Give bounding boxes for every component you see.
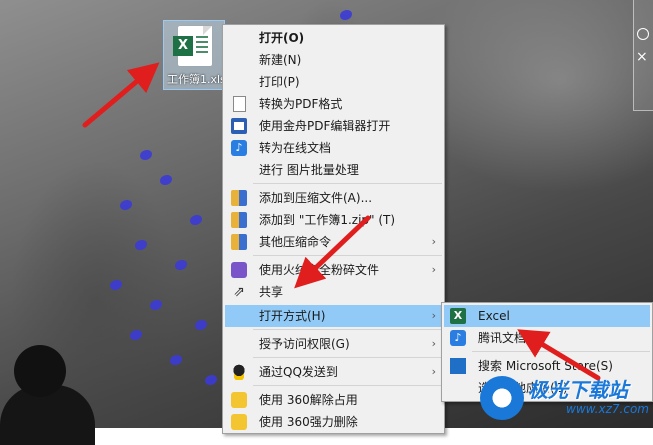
desktop-file-icon-xlsx[interactable]: X 工作簿1.xlsx bbox=[163, 20, 225, 90]
huorong-icon bbox=[231, 262, 247, 278]
menu-item-huorong-shred[interactable]: 使用火绒安全粉碎文件 › bbox=[225, 259, 442, 281]
menu-item-label: 打印(P) bbox=[259, 75, 300, 89]
submenu-item-label: Excel bbox=[478, 309, 510, 323]
menu-item-add-zip[interactable]: 添加到 "工作簿1.zip" (T) bbox=[225, 209, 442, 231]
menu-item-label: 转换为PDF格式 bbox=[259, 97, 343, 111]
menu-item-label: 添加到 "工作簿1.zip" (T) bbox=[259, 213, 396, 227]
menu-item-label: 通过QQ发送到 bbox=[259, 365, 338, 379]
context-menu: 打开(O) 新建(N) 打印(P) 转换为PDF格式 使用金舟PDF编辑器打开 … bbox=[222, 24, 445, 434]
menu-separator bbox=[253, 183, 442, 184]
chevron-right-icon: › bbox=[431, 235, 436, 248]
share-icon: ⇗ bbox=[233, 284, 245, 300]
menu-item-label: 新建(N) bbox=[259, 53, 302, 67]
menu-item-label: 打开(O) bbox=[259, 31, 305, 45]
menu-item-360-unlock[interactable]: 使用 360解除占用 bbox=[225, 389, 442, 411]
submenu-item-label: 腾讯文档 bbox=[478, 331, 527, 345]
butterfly-decoration bbox=[110, 280, 122, 290]
aurora-logo-icon bbox=[480, 376, 524, 420]
menu-item-add-archive[interactable]: 添加到压缩文件(A)... bbox=[225, 187, 442, 209]
menu-item-label: 添加到压缩文件(A)... bbox=[259, 191, 373, 205]
chevron-right-icon: › bbox=[431, 263, 436, 276]
file-name-label: 工作簿1.xlsx bbox=[167, 73, 223, 86]
excel-icon: X bbox=[450, 308, 466, 324]
chevron-right-icon: › bbox=[431, 337, 436, 350]
tencent-docs-icon: ♪ bbox=[450, 330, 466, 346]
menu-item-new[interactable]: 新建(N) bbox=[225, 49, 442, 71]
butterfly-decoration bbox=[170, 355, 182, 365]
butterfly-decoration bbox=[135, 240, 147, 250]
menu-separator bbox=[253, 329, 442, 330]
chevron-right-icon: › bbox=[431, 309, 436, 322]
menu-separator bbox=[253, 357, 442, 358]
menu-item-label: 打开方式(H) bbox=[259, 309, 326, 323]
menu-item-360-delete[interactable]: 使用 360强力删除 bbox=[225, 411, 442, 433]
jinzhou-pdf-icon bbox=[231, 118, 247, 134]
watermark-url: www.xz7.com bbox=[566, 402, 649, 416]
menu-separator bbox=[253, 385, 442, 386]
butterfly-decoration bbox=[340, 10, 352, 20]
menu-item-open[interactable]: 打开(O) bbox=[225, 27, 442, 49]
360-icon bbox=[231, 392, 247, 408]
menu-item-label: 转为在线文档 bbox=[259, 141, 332, 155]
zip-icon bbox=[231, 234, 247, 250]
menu-item-share[interactable]: ⇗ 共享 bbox=[225, 281, 442, 303]
butterfly-decoration bbox=[175, 260, 187, 270]
zip-icon bbox=[231, 212, 247, 228]
tencent-docs-icon: ♪ bbox=[231, 140, 247, 156]
menu-item-label: 使用 360解除占用 bbox=[259, 393, 358, 407]
menu-item-label: 使用火绒安全粉碎文件 bbox=[259, 263, 380, 277]
menu-item-grant-access[interactable]: 授予访问权限(G) › bbox=[225, 333, 442, 355]
qq-icon bbox=[231, 364, 247, 380]
zip-icon bbox=[231, 190, 247, 206]
menu-separator bbox=[472, 351, 650, 352]
microsoft-store-icon bbox=[450, 358, 466, 374]
excel-badge: X bbox=[173, 36, 193, 56]
butterfly-decoration bbox=[140, 150, 152, 160]
butterfly-decoration bbox=[160, 175, 172, 185]
widget-ring-icon[interactable] bbox=[637, 28, 649, 40]
menu-item-other-compress[interactable]: 其他压缩命令 › bbox=[225, 231, 442, 253]
menu-item-batch-image[interactable]: 进行 图片批量处理 bbox=[225, 159, 442, 181]
menu-item-print[interactable]: 打印(P) bbox=[225, 71, 442, 93]
widget-close-icon[interactable]: × bbox=[636, 50, 648, 64]
site-watermark: 极光下载站 www.xz7.com bbox=[478, 372, 653, 422]
menu-item-jinzhou-pdf[interactable]: 使用金舟PDF编辑器打开 bbox=[225, 115, 442, 137]
butterfly-decoration bbox=[150, 300, 162, 310]
menu-item-label: 进行 图片批量处理 bbox=[259, 163, 359, 177]
butterfly-decoration bbox=[120, 200, 132, 210]
butterfly-decoration bbox=[205, 375, 217, 385]
menu-item-label: 共享 bbox=[259, 285, 284, 299]
menu-item-open-with[interactable]: 打开方式(H) › bbox=[225, 305, 442, 327]
figure-silhouette-head bbox=[14, 345, 66, 397]
excel-file-icon: X bbox=[173, 26, 212, 66]
menu-separator bbox=[253, 255, 442, 256]
watermark-title: 极光下载站 bbox=[528, 378, 628, 402]
submenu-item-excel[interactable]: X Excel bbox=[444, 305, 650, 327]
menu-item-label: 使用金舟PDF编辑器打开 bbox=[259, 119, 391, 133]
butterfly-decoration bbox=[130, 330, 142, 340]
menu-item-label: 其他压缩命令 bbox=[259, 235, 332, 249]
chevron-right-icon: › bbox=[431, 365, 436, 378]
pdf-doc-icon bbox=[233, 96, 246, 112]
submenu-item-tencent-docs[interactable]: ♪ 腾讯文档 bbox=[444, 327, 650, 349]
menu-item-label: 使用 360强力删除 bbox=[259, 415, 358, 429]
butterfly-decoration bbox=[190, 215, 202, 225]
menu-item-label: 授予访问权限(G) bbox=[259, 337, 350, 351]
menu-item-convert-pdf[interactable]: 转换为PDF格式 bbox=[225, 93, 442, 115]
butterfly-decoration bbox=[195, 320, 207, 330]
menu-item-online-doc[interactable]: ♪ 转为在线文档 bbox=[225, 137, 442, 159]
menu-item-send-qq[interactable]: 通过QQ发送到 › bbox=[225, 361, 442, 383]
